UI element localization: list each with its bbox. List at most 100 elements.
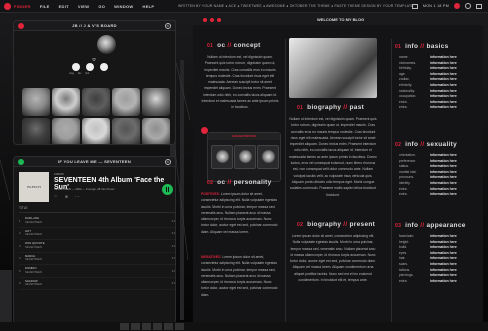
- track-row[interactable]: 1DARL+INGSEVENTEEN3:10: [19, 215, 176, 228]
- dock-item[interactable]: [164, 323, 173, 330]
- close-icon[interactable]: [203, 18, 207, 22]
- dock-item[interactable]: [175, 323, 184, 330]
- menu-go[interactable]: GO: [98, 4, 105, 9]
- album-type-label: ALBUM: [54, 172, 64, 176]
- heart-icon[interactable]: [86, 63, 94, 71]
- profile-window-title: JB // J & V'S BOARD: [72, 23, 117, 28]
- album-art[interactable]: BLEECH: [19, 172, 49, 202]
- menu-view[interactable]: VIEW: [78, 4, 89, 9]
- music-window: IF YOU LEAVE ME — SEVENTEEN × BLEECH ALB…: [13, 156, 176, 324]
- menu-status-area: MON 1 18 PM: [411, 3, 482, 9]
- track-duration: 3:10: [171, 218, 176, 223]
- app-icon: [18, 23, 24, 29]
- track-info: MARCH SEVENTEEN: [25, 254, 42, 262]
- track-duration: 3:11: [171, 268, 176, 273]
- photo-thumbnail[interactable]: [52, 118, 80, 144]
- character-card[interactable]: [257, 145, 279, 169]
- avatar[interactable]: [97, 35, 116, 54]
- menu-file[interactable]: FILE: [40, 4, 50, 9]
- menu-help[interactable]: HELP: [143, 4, 155, 9]
- track-row[interactable]: 2HOTSEVENTEEN3:16: [19, 228, 176, 240]
- music-window-titlebar[interactable]: IF YOU LEAVE ME — SEVENTEEN ×: [14, 157, 175, 167]
- track-duration: 3:16: [171, 231, 176, 236]
- track-info: HOT SEVENTEEN: [25, 229, 42, 237]
- photo-thumbnail[interactable]: [22, 88, 50, 116]
- menu-bar: FINDER FILE EDIT VIEW GO WINDOW HELP WRI…: [0, 0, 488, 13]
- track-row[interactable]: 3DON QUIXOTESEVENTEEN3:15: [19, 240, 175, 253]
- track-artist: SEVENTEEN: [25, 232, 42, 237]
- dock-item[interactable]: [131, 323, 140, 330]
- close-icon[interactable]: ×: [165, 23, 171, 29]
- control-center-icon[interactable]: [476, 3, 482, 9]
- info-row: extra. information here: [399, 279, 457, 285]
- profile-username: ♡: [92, 57, 96, 62]
- track-row[interactable]: 6SHADOWSEVENTEEN3:07: [19, 278, 176, 290]
- dock-item[interactable]: [142, 323, 151, 330]
- dock: [0, 322, 488, 331]
- section-heading-basics: 01 info//basics: [395, 43, 449, 50]
- link-icon[interactable]: [100, 63, 108, 71]
- album-controls[interactable]: ♡ ⊕ ⋯: [54, 194, 82, 199]
- album-meta: SEVENTEEN — 2022 — 9 songs, 28 min 24 se…: [54, 187, 115, 191]
- menu-edit[interactable]: EDIT: [59, 4, 69, 9]
- info-value: information here: [430, 192, 457, 197]
- heart-icon: [201, 127, 208, 134]
- blog-titlebar[interactable]: WELCOME TO MY BLOG: [193, 14, 483, 25]
- profile-actions: [72, 63, 108, 71]
- track-artist: SEVENTEEN: [25, 269, 42, 274]
- message-icon[interactable]: [72, 63, 80, 71]
- track-row[interactable]: 5DOMINOSEVENTEEN3:11: [19, 265, 176, 278]
- action-label: fav: [77, 72, 82, 75]
- dock-item[interactable]: [120, 323, 129, 330]
- profile-window-titlebar[interactable]: JB // J & V'S BOARD ×: [14, 21, 175, 31]
- menu-window[interactable]: WINDOW: [114, 4, 133, 9]
- column-divider: [391, 39, 392, 324]
- track-duration: 3:07: [171, 281, 176, 286]
- minimize-icon[interactable]: [210, 18, 214, 22]
- apple-logo-icon[interactable]: [4, 2, 11, 10]
- search-icon[interactable]: [465, 3, 471, 9]
- track-info: SHADOW SEVENTEEN: [25, 279, 42, 287]
- maximize-icon[interactable]: [217, 18, 221, 22]
- window-controls: [203, 18, 221, 22]
- track-info: DON QUIXOTE SEVENTEEN: [25, 242, 45, 249]
- character-duo-label: CHARACTER DUO: [208, 133, 280, 140]
- close-icon[interactable]: ×: [165, 159, 171, 165]
- display-icon[interactable]: [411, 3, 418, 9]
- photo-thumbnail[interactable]: [22, 118, 50, 144]
- photo-thumbnail[interactable]: [142, 88, 170, 116]
- photo-thumbnail[interactable]: [142, 118, 170, 144]
- photo-thumbnail[interactable]: [52, 88, 80, 116]
- character-card[interactable]: [211, 145, 233, 169]
- track-info: DOMINO SEVENTEEN: [25, 267, 42, 274]
- record-icon[interactable]: [454, 3, 460, 9]
- action-label: msg: [69, 72, 74, 75]
- photo-thumbnail[interactable]: [112, 118, 140, 144]
- biography-present-text: Lorem ipsum dolor sit amet, consectetur …: [290, 234, 376, 283]
- track-artist: SEVENTEEN: [25, 257, 42, 262]
- music-window-title: IF YOU LEAVE ME — SEVENTEEN: [57, 159, 132, 164]
- section-heading-concept: 01 oc//concept: [207, 42, 261, 49]
- track-duration: 3:05: [171, 256, 176, 261]
- photo-thumbnail[interactable]: [82, 88, 110, 116]
- track-list: 1DARL+INGSEVENTEEN3:102HOTSEVENTEEN3:163…: [19, 215, 176, 290]
- photo-thumbnail[interactable]: [112, 88, 140, 116]
- character-card[interactable]: [234, 145, 256, 169]
- biography-past-text: Nullam ut interdum est, vel dignissim qu…: [289, 117, 377, 197]
- section-heading-sexuality: 02 info//sexuality: [395, 141, 458, 148]
- column-divider: [285, 39, 286, 324]
- menu-finder[interactable]: FINDER: [14, 4, 31, 9]
- track-row[interactable]: 4MARCHSEVENTEEN3:05: [19, 253, 176, 265]
- character-duo-window: CHARACTER DUO: [207, 132, 281, 182]
- dock-item[interactable]: [153, 323, 162, 330]
- pause-button[interactable]: [162, 184, 173, 195]
- section-heading-biography-present: 02 biography//present: [297, 221, 376, 228]
- appearance-list: faceclaim. information here height. informa…: [399, 234, 457, 284]
- info-row: extra. information here: [399, 192, 457, 198]
- action-label: link: [85, 72, 90, 75]
- track-artist: SEVENTEEN: [25, 244, 42, 249]
- photo-thumbnail[interactable]: [82, 118, 110, 144]
- track-list-header: TITLE: [19, 206, 175, 213]
- negatives-text: NEGATIVES. Lorem ipsum dolor sit amet, c…: [201, 255, 278, 297]
- positives-text: POSITIVES. Lorem ipsum dolor sit amet, c…: [201, 192, 278, 234]
